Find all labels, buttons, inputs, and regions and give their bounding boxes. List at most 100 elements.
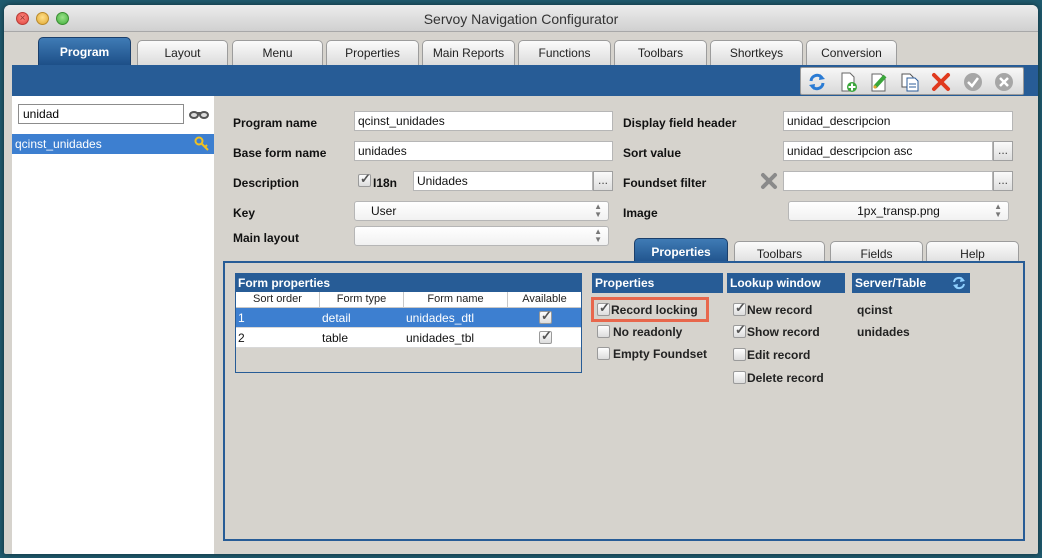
form-properties-title: Form properties xyxy=(236,274,581,292)
check-icon: ✓ xyxy=(599,300,610,315)
image-select-value: 1px_transp.png xyxy=(857,204,940,218)
cell-form-type: detail xyxy=(322,311,351,325)
tab-shortkeys[interactable]: Shortkeys xyxy=(710,40,803,65)
foundset-filter-field[interactable] xyxy=(783,171,993,191)
empty-foundset-label: Empty Foundset xyxy=(613,347,708,361)
no-readonly-checkbox[interactable] xyxy=(597,325,610,338)
show-record-checkbox[interactable]: ✓ xyxy=(733,322,746,338)
available-checkbox[interactable]: ✓ xyxy=(539,328,552,344)
new-record-checkbox[interactable]: ✓ xyxy=(733,300,746,316)
record-locking-checkbox[interactable]: ✓ xyxy=(597,300,610,316)
cancel-button[interactable] xyxy=(993,71,1015,93)
i18n-label: I18n xyxy=(373,176,398,190)
cell-form-name: unidades_tbl xyxy=(406,331,475,345)
app-window: × Servoy Navigation Configurator Program… xyxy=(4,5,1038,554)
edit-record-label: Edit record xyxy=(747,348,811,362)
program-list-panel: qcinst_unidades xyxy=(12,96,214,554)
display-field-header-field[interactable]: unidad_descripcion xyxy=(783,111,1013,131)
column-header-sort-order[interactable]: Sort order xyxy=(236,292,320,308)
main-layout-label: Main layout xyxy=(233,231,300,245)
cell-sort-order: 2 xyxy=(238,331,245,345)
tab-toolbars[interactable]: Toolbars xyxy=(614,40,707,65)
stepper-arrows-icon: ▲ ▼ xyxy=(994,202,1002,219)
available-checkbox[interactable]: ✓ xyxy=(539,309,552,324)
main-tab-bar: Program Layout Menu Properties Main Repo… xyxy=(4,32,1038,65)
properties-panel: Form properties Sort order Form type For… xyxy=(223,261,1025,541)
image-label: Image xyxy=(623,206,658,220)
description-lookup-button[interactable]: ... xyxy=(593,171,613,191)
column-header-form-type[interactable]: Form type xyxy=(320,292,404,308)
window-title: Servoy Navigation Configurator xyxy=(423,11,619,27)
check-icon: ✓ xyxy=(735,322,746,337)
binoculars-icon xyxy=(189,111,209,119)
tab-menu[interactable]: Menu xyxy=(232,40,323,65)
refresh-button[interactable] xyxy=(806,71,828,93)
clear-icon xyxy=(761,173,777,189)
sort-value-field[interactable]: unidad_descripcion asc xyxy=(783,141,993,161)
program-name-label: Program name xyxy=(233,116,318,130)
edit-record-icon xyxy=(871,73,887,92)
new-record-button[interactable] xyxy=(837,71,859,93)
cell-form-name: unidades_dtl xyxy=(406,311,475,325)
clear-filter-button[interactable] xyxy=(760,172,778,190)
server-table-refresh-button[interactable] xyxy=(951,275,967,291)
check-icon: ✓ xyxy=(735,300,746,315)
description-label: Description xyxy=(233,176,300,190)
check-icon: ✓ xyxy=(541,328,552,343)
new-record-label: New record xyxy=(747,303,813,317)
list-item-label: qcinst_unidades xyxy=(15,137,102,151)
column-header-available[interactable]: Available xyxy=(508,292,581,308)
check-icon: ✓ xyxy=(360,171,371,186)
search-input[interactable] xyxy=(18,104,184,124)
edit-record-checkbox[interactable] xyxy=(733,348,746,361)
base-form-name-field[interactable]: unidades xyxy=(354,141,613,161)
table-row[interactable]: 2 table unidades_tbl ✓ xyxy=(236,328,581,348)
key-select-value: User xyxy=(371,204,397,218)
cell-sort-order: 1 xyxy=(238,311,245,325)
key-select[interactable]: User ▲ ▼ xyxy=(354,201,609,221)
refresh-icon xyxy=(953,276,965,290)
foundset-filter-label: Foundset filter xyxy=(623,176,707,190)
server-name: qcinst xyxy=(857,303,893,317)
main-layout-select[interactable]: ▲ ▼ xyxy=(354,226,609,246)
list-item[interactable]: qcinst_unidades xyxy=(12,134,214,154)
save-button[interactable] xyxy=(962,71,984,93)
table-header: Sort order Form type Form name Available xyxy=(236,292,581,308)
copy-record-button[interactable] xyxy=(899,71,921,93)
sort-value-label: Sort value xyxy=(623,146,682,160)
delete-record-label: Delete record xyxy=(747,371,824,385)
refresh-icon xyxy=(809,73,825,91)
tab-layout[interactable]: Layout xyxy=(137,40,228,65)
program-name-field[interactable]: qcinst_unidades xyxy=(354,111,613,131)
empty-foundset-checkbox[interactable] xyxy=(597,347,610,360)
table-row[interactable]: 1 detail unidades_dtl ✓ xyxy=(236,308,581,328)
tab-properties[interactable]: Properties xyxy=(326,40,419,65)
new-record-icon xyxy=(841,72,857,92)
display-field-header-label: Display field header xyxy=(623,116,737,130)
base-form-name-label: Base form name xyxy=(233,146,327,160)
tab-program[interactable]: Program xyxy=(38,37,131,65)
delete-record-icon xyxy=(932,73,950,91)
stepper-arrows-icon: ▲ ▼ xyxy=(594,202,602,219)
toolbar-band xyxy=(12,65,1038,96)
show-record-label: Show record xyxy=(747,325,820,339)
delete-record-button[interactable] xyxy=(930,71,952,93)
sort-value-lookup-button[interactable]: ... xyxy=(993,141,1013,161)
lookup-window-header: Lookup window xyxy=(727,273,845,293)
tab-conversion[interactable]: Conversion xyxy=(806,40,897,65)
i18n-checkbox[interactable]: ✓ xyxy=(358,171,371,187)
key-icon xyxy=(194,136,210,152)
cell-form-type: table xyxy=(322,331,349,345)
foundset-filter-lookup-button[interactable]: ... xyxy=(993,171,1013,191)
tab-main-reports[interactable]: Main Reports xyxy=(422,40,515,65)
tab-functions[interactable]: Functions xyxy=(518,40,611,65)
copy-record-icon xyxy=(901,73,919,92)
edit-record-button[interactable] xyxy=(868,71,890,93)
server-table-header: Server/Table xyxy=(852,273,970,293)
table-name: unidades xyxy=(857,325,910,339)
column-header-form-name[interactable]: Form name xyxy=(404,292,508,308)
description-field[interactable]: Unidades xyxy=(413,171,593,191)
image-select[interactable]: 1px_transp.png ▲ ▼ xyxy=(788,201,1009,221)
search-button[interactable] xyxy=(188,106,210,122)
delete-record-checkbox[interactable] xyxy=(733,371,746,384)
